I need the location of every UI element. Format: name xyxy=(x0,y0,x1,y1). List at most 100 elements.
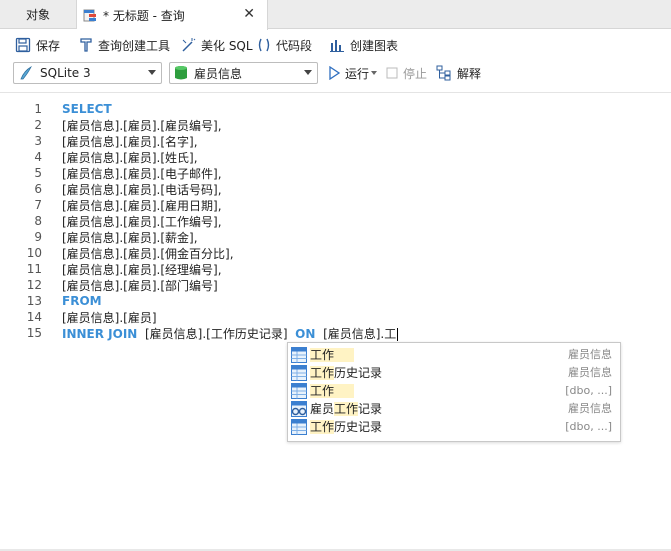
query-builder-icon xyxy=(80,38,92,52)
autocomplete-schema: [dbo, ...] xyxy=(565,384,612,397)
run-label: 运行 xyxy=(345,66,370,81)
line-number: 7 xyxy=(34,198,42,212)
line-number: 10 xyxy=(26,246,42,260)
autocomplete-item[interactable]: 工作 [dbo, ...] xyxy=(288,382,620,400)
stop-icon xyxy=(386,67,398,79)
code-line: 14 [雇员信息].[雇员] xyxy=(0,309,671,325)
line-number: 9 xyxy=(34,230,42,244)
join-table: [雇员信息].[工作历史记录] xyxy=(144,326,288,341)
autocomplete-name: 工作 xyxy=(310,347,355,363)
autocomplete-name: 工作历史记录 xyxy=(310,420,383,434)
toolbar: 保存 查询创建工具 美化 SQL 代码段 创建图表 xyxy=(0,30,671,60)
code-text: INNER JOIN [雇员信息].[工作历史记录] ON [雇员信息].工 xyxy=(62,325,399,342)
chevron-down-icon xyxy=(304,70,312,75)
code-snippet-label: 代码段 xyxy=(276,38,313,53)
run-button[interactable]: 运行 xyxy=(328,64,378,82)
query-builder-button[interactable]: 查询创建工具 xyxy=(79,36,170,54)
table-icon xyxy=(291,365,307,381)
save-button[interactable]: 保存 xyxy=(15,36,60,54)
connection-value: SQLite 3 xyxy=(40,66,91,80)
code-snippet-icon xyxy=(258,38,270,52)
code-line: 5 [雇员信息].[雇员].[电子邮件], xyxy=(0,165,671,181)
close-icon[interactable]: ✕ xyxy=(243,6,255,22)
stop-button[interactable]: 停止 xyxy=(386,64,427,82)
code-text: [雇员信息].[雇员].[雇用日期], xyxy=(62,198,222,213)
code-text: SELECT xyxy=(62,102,112,116)
table-icon xyxy=(291,347,307,363)
query-icon xyxy=(83,9,96,22)
autocomplete-schema: 雇员信息 xyxy=(568,366,612,379)
text-cursor xyxy=(397,327,399,341)
create-chart-button[interactable]: 创建图表 xyxy=(329,36,398,54)
autocomplete-name: 工作 xyxy=(310,383,355,399)
code-text: [雇员信息].[雇员].[电话号码], xyxy=(62,182,222,197)
tab-query-label: * 无标题 - 查询 xyxy=(103,8,185,23)
query-builder-label: 查询创建工具 xyxy=(98,38,171,53)
autocomplete-item[interactable]: 雇员工作记录 雇员信息 xyxy=(288,400,620,418)
code-text: [雇员信息].[雇员].[薪金], xyxy=(62,230,198,245)
line-number: 14 xyxy=(26,310,42,324)
code-line: 6 [雇员信息].[雇员].[电话号码], xyxy=(0,181,671,197)
keyword-inner-join: INNER JOIN xyxy=(62,326,138,341)
explain-button[interactable]: 解释 xyxy=(436,64,481,82)
autocomplete-item[interactable]: 工作 雇员信息 xyxy=(288,346,620,364)
code-line: 9 [雇员信息].[雇员].[薪金], xyxy=(0,229,671,245)
code-line: 10 [雇员信息].[雇员].[佣金百分比], xyxy=(0,245,671,261)
code-line: 15 INNER JOIN [雇员信息].[工作历史记录] ON [雇员信息].… xyxy=(0,325,671,341)
code-text: [雇员信息].[雇员].[部门编号] xyxy=(62,278,218,293)
code-text: [雇员信息].[雇员].[经理编号], xyxy=(62,262,222,277)
line-number: 15 xyxy=(26,326,42,340)
keyword-on: ON xyxy=(295,326,316,341)
code-text: [雇员信息].[雇员] xyxy=(62,310,157,325)
tab-objects-label: 对象 xyxy=(25,8,50,22)
tab-objects[interactable]: 对象 xyxy=(0,0,77,29)
beautify-sql-button[interactable]: 美化 SQL xyxy=(180,36,253,54)
code-text: [雇员信息].[雇员].[电子邮件], xyxy=(62,166,222,181)
code-line: 8 [雇员信息].[雇员].[工作编号], xyxy=(0,213,671,229)
code-line: 2 [雇员信息].[雇员].[雇员编号], xyxy=(0,117,671,133)
tab-bar: 对象 * 无标题 - 查询 ✕ xyxy=(0,0,671,30)
database-select[interactable]: 雇员信息 xyxy=(169,62,318,84)
code-line: 12 [雇员信息].[雇员].[部门编号] xyxy=(0,277,671,293)
code-text: [雇员信息].[雇员].[佣金百分比], xyxy=(62,246,234,261)
code-text: FROM xyxy=(62,294,102,308)
code-line: 13 FROM xyxy=(0,293,671,309)
code-line: 11 [雇员信息].[雇员].[经理编号], xyxy=(0,261,671,277)
table-icon xyxy=(291,383,307,399)
line-number: 3 xyxy=(34,134,42,148)
code-text: [雇员信息].[雇员].[雇员编号], xyxy=(62,118,222,133)
autocomplete-name: 工作历史记录 xyxy=(310,366,383,380)
line-number: 1 xyxy=(34,102,42,116)
autocomplete-schema: [dbo, ...] xyxy=(565,420,612,433)
explain-label: 解释 xyxy=(457,66,482,81)
database-value: 雇员信息 xyxy=(194,66,243,81)
line-number: 11 xyxy=(26,262,42,276)
divider xyxy=(0,92,671,93)
line-number: 6 xyxy=(34,182,42,196)
autocomplete-schema: 雇员信息 xyxy=(568,348,612,361)
code-text: [雇员信息].[雇员].[名字], xyxy=(62,134,198,149)
chart-icon xyxy=(330,40,344,52)
stop-label: 停止 xyxy=(403,66,428,81)
play-icon xyxy=(329,66,340,80)
code-text: [雇员信息].[雇员].[姓氏], xyxy=(62,150,198,165)
run-dropdown-icon[interactable] xyxy=(371,71,378,75)
save-label: 保存 xyxy=(36,38,61,53)
autocomplete-name: 雇员工作记录 xyxy=(310,402,383,416)
line-number: 5 xyxy=(34,166,42,180)
autocomplete-item[interactable]: 工作历史记录 雇员信息 xyxy=(288,364,620,382)
create-chart-label: 创建图表 xyxy=(350,38,399,53)
code-snippet-button[interactable]: 代码段 xyxy=(257,36,312,54)
code-text: [雇员信息].[雇员].[工作编号], xyxy=(62,214,222,229)
autocomplete-item[interactable]: 工作历史记录 [dbo, ...] xyxy=(288,418,620,436)
sql-editor[interactable]: 1 SELECT 2 [雇员信息].[雇员].[雇员编号], 3 [雇员信息].… xyxy=(0,100,671,540)
selector-row: SQLite 3 雇员信息 运行 停止 解释 xyxy=(0,60,671,88)
line-number: 13 xyxy=(26,294,42,308)
autocomplete-popup: 工作 雇员信息 工作历史记录 雇员信息 工作 [dbo, ...] 雇员工作记录… xyxy=(287,342,621,442)
code-line: 3 [雇员信息].[雇员].[名字], xyxy=(0,133,671,149)
tab-query[interactable]: * 无标题 - 查询 ✕ xyxy=(77,0,268,30)
connection-select[interactable]: SQLite 3 xyxy=(13,62,162,84)
sqlite-icon xyxy=(20,65,32,80)
magic-wand-icon xyxy=(182,38,196,52)
table-icon xyxy=(291,419,307,435)
